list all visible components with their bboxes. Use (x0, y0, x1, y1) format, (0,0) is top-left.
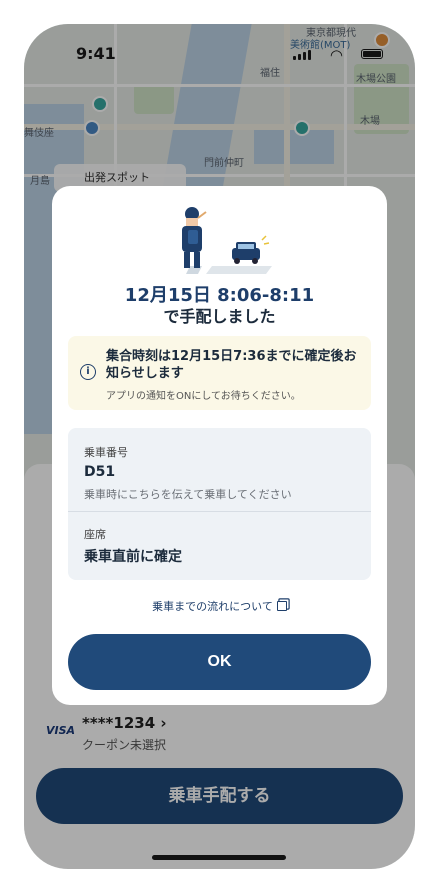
ride-number-value: D51 (84, 464, 116, 480)
seat-value: 乗車直前に確定 (84, 549, 182, 565)
notice-subtitle: アプリの通知をONにしてお待ちください。 (106, 391, 301, 402)
status-time: 9:41 (76, 44, 116, 63)
status-bar: 9:41 ◠ (24, 24, 415, 74)
meeting-time-notice: i 集合時刻は12月15日7:36までに確定後お知らせします アプリの通知をON… (68, 336, 371, 410)
booking-done-text: で手配しました (163, 307, 276, 326)
copy-icon (276, 601, 287, 611)
ride-info-box: 乗車番号 D51 乗車時にこちらを伝えて乗車してください 座席 乗車直前に確定 (68, 428, 371, 580)
wifi-icon: ◠ (329, 46, 343, 64)
ride-number-hint: 乗車時にこちらを伝えて乗車してください (84, 488, 292, 501)
passenger-waiting-illustration (182, 207, 272, 274)
booking-confirmation-dialog: 12月15日 8:06-8:11 で手配しました i 集合時刻は12月15日7:… (52, 186, 387, 705)
seat-label: 座席 (84, 528, 106, 541)
phone-screen: 東京都現代 美術館(MOT) 木場公園 舞伎座 月島 木場 福住 門前仲町 出発… (24, 24, 415, 869)
info-icon: i (80, 364, 96, 380)
signal-icon (293, 50, 311, 60)
notice-title: 集合時刻は12月15日7:36までに確定後お知らせします (106, 349, 357, 381)
battery-icon (361, 49, 383, 59)
ride-number-label: 乗車番号 (84, 446, 128, 459)
boarding-flow-label[interactable]: 乗車までの流れについて (152, 600, 273, 613)
ok-button[interactable]: OK (68, 634, 371, 690)
home-indicator[interactable] (152, 855, 286, 860)
divider (68, 511, 371, 512)
boarding-flow-link[interactable]: 乗車までの流れについて (52, 598, 387, 614)
